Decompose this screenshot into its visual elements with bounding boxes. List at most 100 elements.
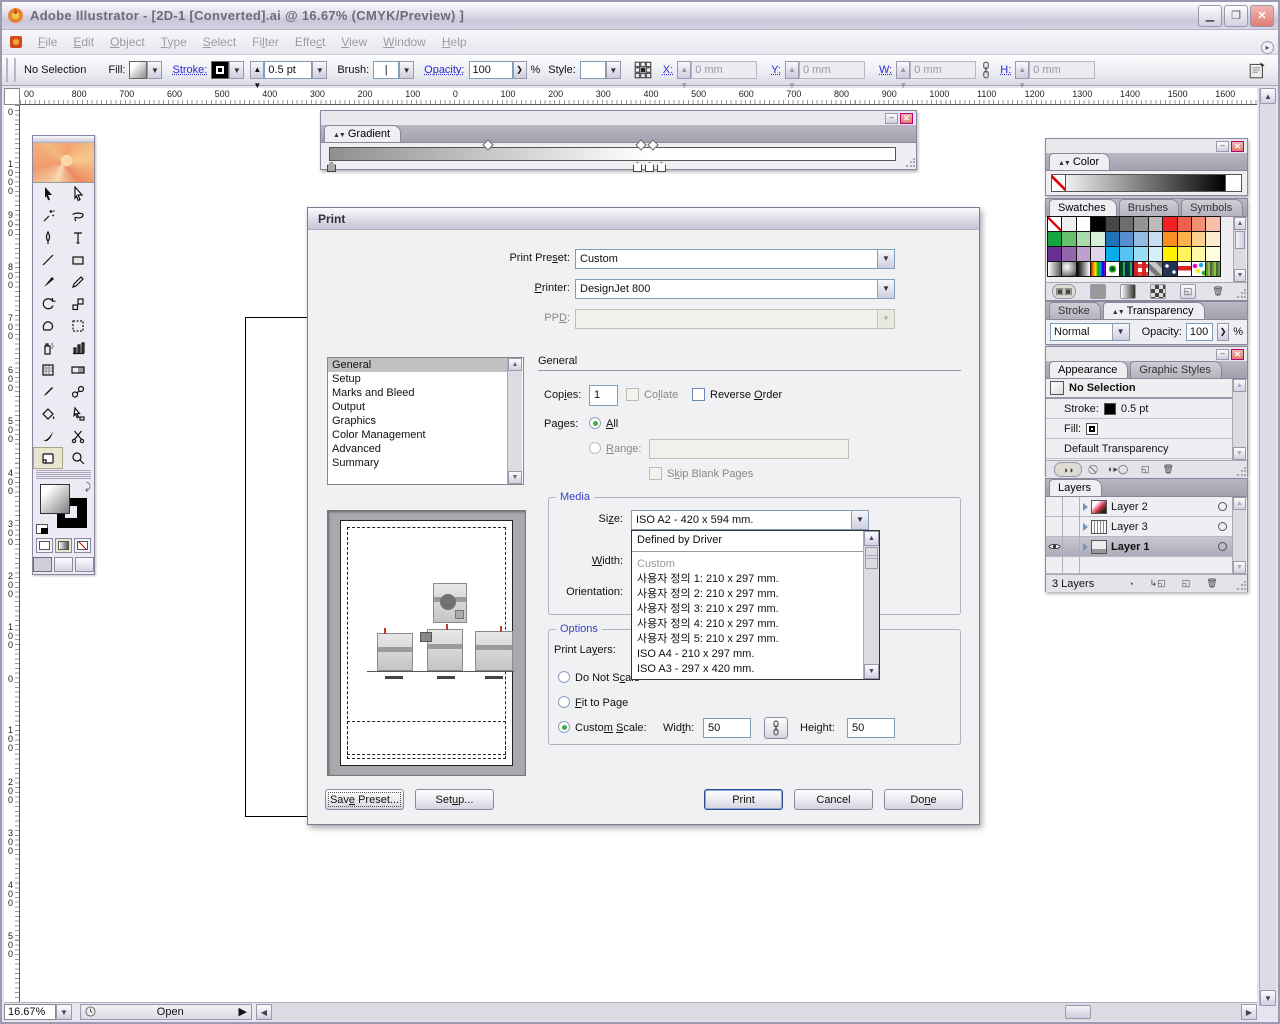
- layers-scrollbar[interactable]: ▲ ▼: [1232, 497, 1246, 574]
- blend-tool[interactable]: [63, 381, 93, 403]
- swatch[interactable]: [1076, 261, 1091, 277]
- cancel-button[interactable]: Cancel: [794, 789, 873, 810]
- reference-point-icon[interactable]: [633, 60, 653, 80]
- menu-edit[interactable]: Edit: [65, 32, 102, 52]
- gradient-ramp[interactable]: [329, 147, 896, 161]
- swatch[interactable]: [1205, 231, 1220, 247]
- scroll-down-icon[interactable]: ▼: [1233, 561, 1246, 574]
- swatch[interactable]: [1177, 261, 1192, 277]
- panel-opacity-field[interactable]: 100: [1186, 323, 1213, 341]
- stroke-weight-field[interactable]: 0.5 pt: [264, 61, 312, 79]
- menu-view[interactable]: View: [333, 32, 375, 52]
- swatch[interactable]: [1205, 261, 1220, 277]
- layer-row-layer-1[interactable]: Layer 1: [1046, 537, 1233, 557]
- gradient-minimize-icon[interactable]: –: [885, 113, 898, 124]
- size-option[interactable]: ISO A4 - 210 x 297 mm.: [632, 647, 863, 662]
- magic-wand-tool[interactable]: [33, 205, 63, 227]
- tab-color[interactable]: ▲▼Color: [1049, 153, 1110, 170]
- swatch[interactable]: [1047, 216, 1062, 232]
- dropdown-scrollbar[interactable]: ▲ ▼: [863, 531, 879, 679]
- show-all-swatches-icon[interactable]: ▣▣: [1052, 284, 1076, 299]
- layer-visibility-toggle[interactable]: [1046, 497, 1063, 517]
- swatch[interactable]: [1191, 246, 1206, 262]
- size-option[interactable]: 사용자 정의 2: 210 x 297 mm.: [632, 587, 863, 602]
- opacity-spinner-icon[interactable]: ❯: [1217, 323, 1229, 341]
- vertical-scrollbar[interactable]: ▲ ▼: [1259, 88, 1276, 1006]
- type-tool[interactable]: [63, 227, 93, 249]
- swatch[interactable]: [1162, 246, 1177, 262]
- tab-brushes[interactable]: Brushes: [1119, 199, 1179, 216]
- swatch[interactable]: [1119, 246, 1134, 262]
- layer-row-layer-2[interactable]: Layer 2: [1046, 497, 1233, 517]
- swatch[interactable]: [1177, 216, 1192, 232]
- pen-tool[interactable]: [33, 227, 63, 249]
- stroke-dropdown-icon[interactable]: ▼: [229, 61, 244, 79]
- scissors-tool[interactable]: [63, 425, 93, 447]
- create-sublayer-icon[interactable]: ↳◱: [1150, 576, 1166, 591]
- appearance-row-fill[interactable]: Fill:: [1046, 419, 1233, 439]
- size-option[interactable]: 사용자 정의 5: 210 x 297 mm.: [632, 632, 863, 647]
- panel-resize-grip[interactable]: [1236, 581, 1246, 591]
- printer-combo[interactable]: DesignJet 800 ▼: [575, 279, 895, 299]
- swatch[interactable]: [1162, 231, 1177, 247]
- swatch[interactable]: [1205, 246, 1220, 262]
- panel-resize-grip[interactable]: [1236, 467, 1246, 477]
- print-preset-combo[interactable]: Custom ▼: [575, 249, 895, 269]
- panel-resize-grip[interactable]: [1236, 289, 1246, 299]
- pencil-tool[interactable]: [63, 271, 93, 293]
- print-section-output[interactable]: Output: [328, 400, 508, 414]
- print-section-summary[interactable]: Summary: [328, 456, 508, 470]
- scroll-down-icon[interactable]: ▼: [1234, 269, 1246, 282]
- ruler-origin-box[interactable]: [4, 88, 20, 105]
- swatch[interactable]: [1162, 216, 1177, 232]
- scroll-up-icon[interactable]: ▲: [1234, 217, 1246, 230]
- tab-transparency[interactable]: ▲▼Transparency: [1103, 302, 1205, 319]
- save-preset-button[interactable]: Save Preset...: [325, 789, 404, 810]
- duplicate-item-icon[interactable]: ◱: [1141, 462, 1150, 477]
- opacity-spinner-icon[interactable]: ❯: [513, 61, 527, 79]
- tab-layers[interactable]: Layers: [1049, 479, 1102, 496]
- size-option[interactable]: 사용자 정의 4: 210 x 297 mm.: [632, 617, 863, 632]
- graph-tool[interactable]: [63, 337, 93, 359]
- scrollbar-thumb[interactable]: [865, 547, 878, 569]
- horizontal-scrollbar-thumb[interactable]: [1065, 1005, 1091, 1019]
- line-tool[interactable]: [33, 249, 63, 271]
- chevron-down-icon[interactable]: ▼: [851, 511, 868, 529]
- swatch[interactable]: [1191, 216, 1206, 232]
- menu-file[interactable]: File: [30, 32, 65, 52]
- fill-stroke-indicator[interactable]: ⤸: [33, 480, 94, 536]
- default-fill-stroke-icon[interactable]: [36, 524, 48, 534]
- blend-mode-combo[interactable]: Normal ▼: [1050, 323, 1130, 341]
- swatch[interactable]: [1177, 246, 1192, 262]
- swatch[interactable]: [1105, 231, 1120, 247]
- disclosure-triangle-icon[interactable]: [1083, 503, 1088, 511]
- lasso-tool[interactable]: [63, 205, 93, 227]
- swatch[interactable]: [1148, 216, 1163, 232]
- swatch[interactable]: [1133, 246, 1148, 262]
- new-art-maintains-appearance-icon[interactable]: ◑◑: [1054, 462, 1082, 477]
- gradient-button[interactable]: [55, 538, 72, 553]
- new-swatch-icon[interactable]: ◱: [1180, 284, 1196, 299]
- control-bar-grip[interactable]: [6, 58, 16, 82]
- size-option[interactable]: ISO A3 - 297 x 420 mm.: [632, 662, 863, 677]
- zoom-dropdown-icon[interactable]: ▼: [56, 1004, 72, 1020]
- print-section-general[interactable]: General: [328, 358, 508, 372]
- swatch[interactable]: [1061, 261, 1076, 277]
- size-option[interactable]: 사용자 정의 3: 210 x 297 mm.: [632, 602, 863, 617]
- layer-row-layer-3[interactable]: Layer 3: [1046, 517, 1233, 537]
- gradient-stop-icon[interactable]: [327, 162, 336, 172]
- constrain-link-icon[interactable]: [980, 61, 992, 79]
- delete-item-icon[interactable]: 🗑: [1163, 462, 1174, 477]
- create-layer-icon[interactable]: ◱: [1182, 576, 1191, 591]
- print-button[interactable]: Print: [704, 789, 783, 810]
- swatch[interactable]: [1133, 231, 1148, 247]
- rotate-tool[interactable]: [33, 293, 63, 315]
- delete-layer-icon[interactable]: 🗑: [1206, 576, 1217, 591]
- stroke-swatch[interactable]: [211, 61, 229, 79]
- swatch[interactable]: [1177, 231, 1192, 247]
- scroll-down-icon[interactable]: ▼: [1260, 990, 1276, 1006]
- panel-minimize-icon[interactable]: –: [1216, 141, 1229, 152]
- paintbrush-tool[interactable]: [33, 271, 63, 293]
- layer-visibility-toggle[interactable]: [1046, 537, 1063, 557]
- tab-symbols[interactable]: Symbols: [1181, 199, 1243, 216]
